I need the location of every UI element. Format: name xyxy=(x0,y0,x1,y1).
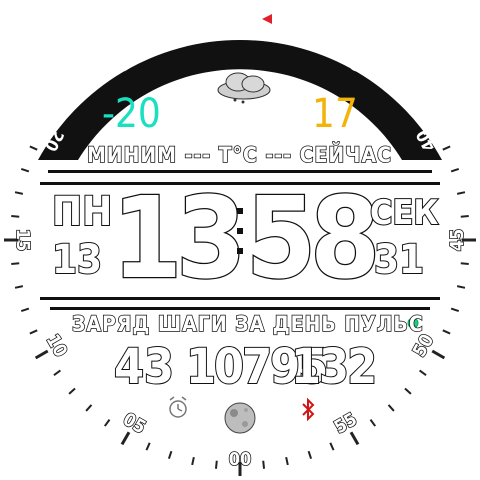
tick-mark xyxy=(363,63,369,70)
divider-lower xyxy=(40,297,440,300)
tick-mark xyxy=(63,111,70,117)
tick-mark xyxy=(442,329,451,335)
tick-mark xyxy=(304,32,309,39)
tick-mark xyxy=(77,93,84,99)
tick-mark xyxy=(460,214,469,218)
tick-mark xyxy=(431,349,446,360)
tick-mark xyxy=(150,40,155,47)
minutes-display: 58 xyxy=(245,174,382,304)
tick-mark xyxy=(20,167,30,173)
tick-mark xyxy=(456,285,466,289)
tick-mark xyxy=(167,450,173,460)
seconds-label: СЕК xyxy=(369,193,439,233)
day-name: ПН xyxy=(51,189,113,235)
cloud-moon-icon xyxy=(217,72,271,104)
seconds-value: 31 xyxy=(373,237,425,283)
tick-mark xyxy=(381,77,387,84)
arc-label: 30 xyxy=(229,10,251,31)
tick-mark xyxy=(14,191,24,195)
stats-legend: ЗАРЯД ШАГИ ЗА ДЕНЬ ПУЛЬС xyxy=(71,312,424,336)
ring-label: 00 xyxy=(228,449,252,470)
tick-mark xyxy=(387,404,395,412)
tick-mark xyxy=(53,369,61,376)
min-temp-value: -20 xyxy=(102,91,161,137)
temp-legend: МИНИМ --- T°C --- СЕЙЧАС xyxy=(86,143,392,167)
alarm-clock-icon xyxy=(169,396,187,418)
tick-mark xyxy=(120,431,131,446)
tick-mark xyxy=(104,419,111,427)
divider-lower-2 xyxy=(50,307,430,310)
hours-display: 13 xyxy=(111,174,248,304)
tick-mark xyxy=(283,26,287,33)
tick-mark xyxy=(369,419,376,427)
tick-mark xyxy=(410,111,417,117)
tick-mark xyxy=(460,262,469,266)
tick-mark xyxy=(11,214,20,218)
tick-mark xyxy=(442,145,451,151)
tick-mark xyxy=(85,404,93,412)
tick-mark xyxy=(20,307,30,313)
tick-mark xyxy=(14,285,24,289)
watch-face: -20 17 МИНИМ --- T°C --- СЕЙЧАС ПН 13 13… xyxy=(0,0,480,480)
tick-mark xyxy=(396,93,403,99)
tick-mark xyxy=(456,191,466,195)
tick-mark xyxy=(285,456,289,466)
bluetooth-icon xyxy=(302,397,315,422)
tick-mark xyxy=(34,349,49,360)
top-arc-band xyxy=(38,39,442,160)
tick-mark xyxy=(262,460,266,469)
tick-mark xyxy=(404,387,412,395)
divider-upper xyxy=(48,170,432,173)
tick-mark xyxy=(111,63,117,70)
tick-mark xyxy=(325,40,330,47)
tick-mark xyxy=(349,431,360,446)
tick-mark xyxy=(193,26,197,33)
tick-mark xyxy=(261,23,264,30)
tick-mark xyxy=(307,450,313,460)
tick-mark xyxy=(171,32,176,39)
battery-value: 43 xyxy=(113,339,175,395)
tick-mark xyxy=(93,77,99,84)
tick-mark xyxy=(29,329,38,335)
pulse-value: 132 xyxy=(290,339,378,395)
tick-mark xyxy=(11,262,20,266)
tick-mark xyxy=(145,442,151,451)
tick-mark xyxy=(329,442,335,451)
current-temp-value: 17 xyxy=(312,91,358,137)
tick-mark xyxy=(216,23,219,30)
tick-mark xyxy=(191,456,195,466)
ring-label: 45 xyxy=(446,228,469,252)
time-colon xyxy=(236,196,244,286)
tick-mark xyxy=(214,460,218,469)
tick-mark xyxy=(29,145,38,151)
ring-label: 15 xyxy=(11,228,34,252)
pointer-icon xyxy=(262,14,272,24)
tick-mark xyxy=(450,167,460,173)
tick-mark xyxy=(450,307,460,313)
moon-phase-icon xyxy=(224,402,256,434)
tick-mark xyxy=(68,387,76,395)
tick-mark xyxy=(419,369,427,376)
day-number: 13 xyxy=(51,237,103,283)
